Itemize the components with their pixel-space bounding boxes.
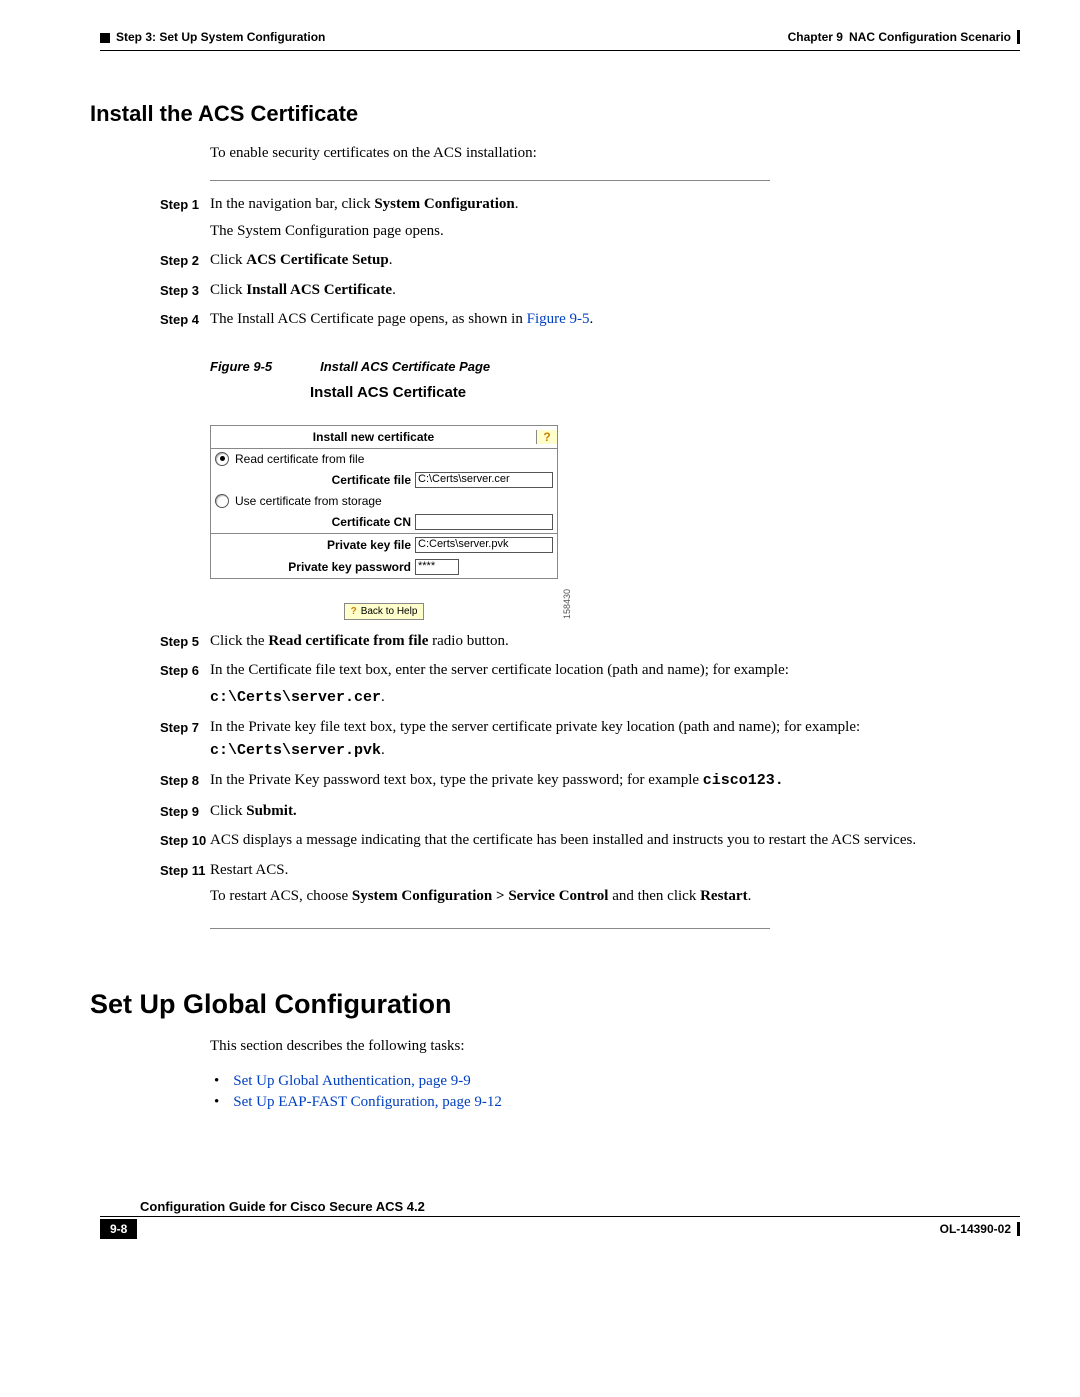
page-footer: Configuration Guide for Cisco Secure ACS…	[100, 1191, 1020, 1239]
xref-link[interactable]: Set Up Global Authentication, page 9-9	[210, 1073, 1020, 1090]
help-icon[interactable]: ?	[536, 430, 557, 444]
certcn-input[interactable]	[415, 514, 553, 530]
step-3: Step 3 Click Install ACS Certificate.	[160, 279, 1020, 306]
guide-title: Configuration Guide for Cisco Secure ACS…	[140, 1199, 1020, 1214]
breadcrumb: Step 3: Set Up System Configuration	[116, 30, 325, 44]
figure-caption: Figure 9-5Install ACS Certificate Page	[210, 359, 1020, 374]
step-5: Step 5 Click the Read certificate from f…	[160, 630, 1020, 657]
chapter-number: Chapter 9	[788, 30, 843, 44]
section-intro: To enable security certificates on the A…	[210, 145, 1020, 162]
certfile-label: Certificate file	[215, 473, 415, 487]
radio-selected-icon	[215, 452, 229, 466]
step-10: Step 10 ACS displays a message indicatin…	[160, 829, 1020, 856]
back-to-help-button[interactable]: ? Back to Help	[344, 603, 425, 620]
step-11: Step 11 Restart ACS. To restart ACS, cho…	[160, 859, 1020, 912]
figure-title: Install ACS Certificate	[310, 384, 1020, 401]
figure-9-5: Install ACS Certificate Install new cert…	[210, 384, 1020, 620]
step-4: Step 4 The Install ACS Certificate page …	[160, 308, 1020, 335]
radio-use-from-storage[interactable]: Use certificate from storage	[211, 491, 557, 511]
section-heading: Set Up Global Configuration	[90, 989, 1020, 1020]
step-7: Step 7 In the Private key file text box,…	[160, 716, 1020, 766]
panel-header: Install new certificate ?	[211, 426, 557, 449]
step-6: Step 6 In the Certificate file text box,…	[160, 659, 1020, 713]
radio-read-from-file[interactable]: Read certificate from file	[211, 449, 557, 469]
step-8: Step 8 In the Private Key password text …	[160, 769, 1020, 797]
pkfile-input[interactable]: C:Certs\server.pvk	[415, 537, 553, 553]
page-number: 9-8	[100, 1219, 137, 1239]
section-heading: Install the ACS Certificate	[90, 101, 1020, 127]
help-icon: ?	[351, 606, 357, 617]
certfile-input[interactable]: C:\Certs\server.cer	[415, 472, 553, 488]
chapter-title: NAC Configuration Scenario	[849, 30, 1011, 44]
figure-id: 158430	[562, 589, 572, 619]
pkfile-label: Private key file	[215, 538, 415, 552]
doc-id: OL-14390-02	[940, 1222, 1020, 1236]
step-1: Step 1 In the navigation bar, click Syst…	[160, 193, 1020, 246]
step-9: Step 9 Click Submit.	[160, 800, 1020, 827]
radio-unselected-icon	[215, 494, 229, 508]
page-header: Step 3: Set Up System Configuration Chap…	[100, 30, 1020, 44]
xref-link[interactable]: Set Up EAP-FAST Configuration, page 9-12	[210, 1094, 1020, 1111]
certcn-label: Certificate CN	[215, 515, 415, 529]
pkpass-label: Private key password	[215, 560, 415, 574]
step-2: Step 2 Click ACS Certificate Setup.	[160, 249, 1020, 276]
figure-link[interactable]: Figure 9-5	[527, 311, 590, 327]
pkpass-input[interactable]: ****	[415, 559, 459, 575]
section-intro: This section describes the following tas…	[210, 1038, 1020, 1055]
